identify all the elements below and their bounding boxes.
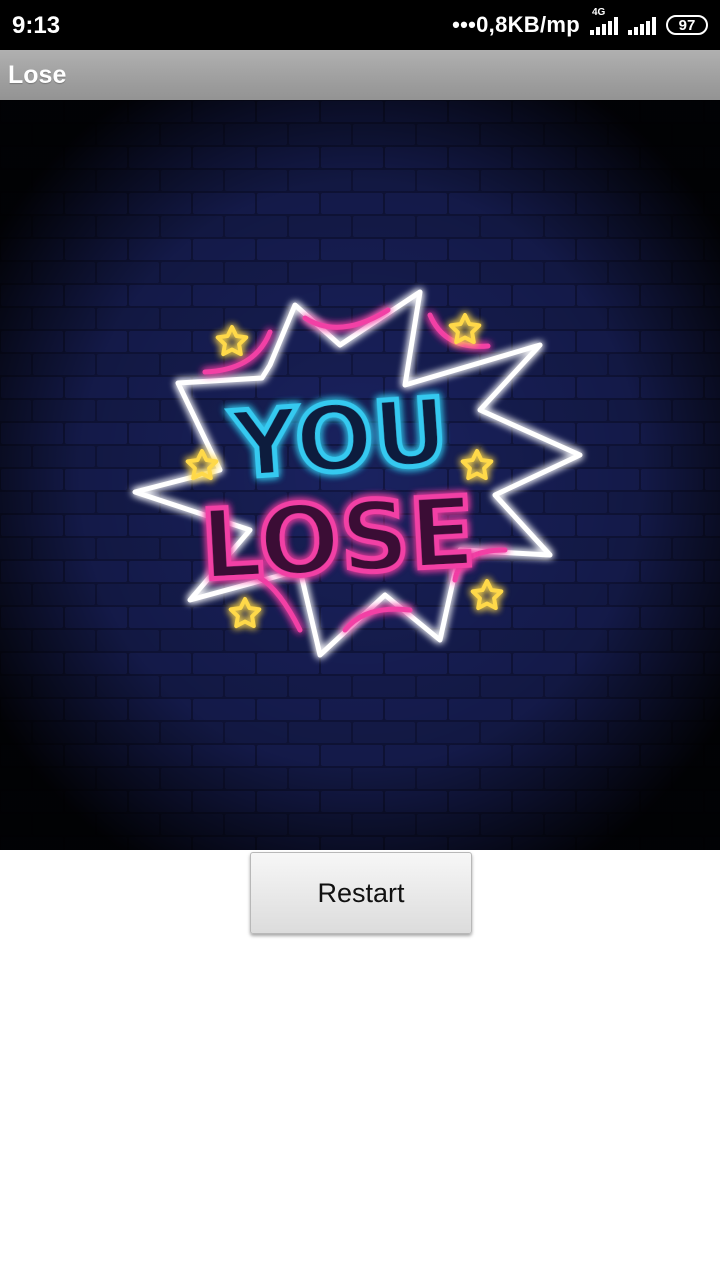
- network-type-label: 4G: [592, 7, 606, 18]
- network-speed: •••0,8KB/mp: [452, 12, 580, 37]
- battery-icon: 97: [666, 15, 708, 35]
- battery-level: 97: [678, 16, 696, 34]
- app-bar: Lose: [0, 50, 720, 100]
- lose-text: LOSE: [198, 476, 478, 602]
- status-bar: 9:13 •••0,8KB/mp 4G 97: [0, 0, 720, 50]
- signal-4g-icon: 4G: [590, 7, 618, 35]
- page-title: Lose: [8, 61, 67, 89]
- status-time: 9:13: [12, 12, 61, 39]
- restart-button[interactable]: Restart: [250, 852, 472, 934]
- you-lose-image: YOU LOSE: [0, 100, 720, 850]
- signal-icon: [628, 15, 656, 35]
- status-indicators: •••0,8KB/mp 4G 97: [452, 7, 708, 40]
